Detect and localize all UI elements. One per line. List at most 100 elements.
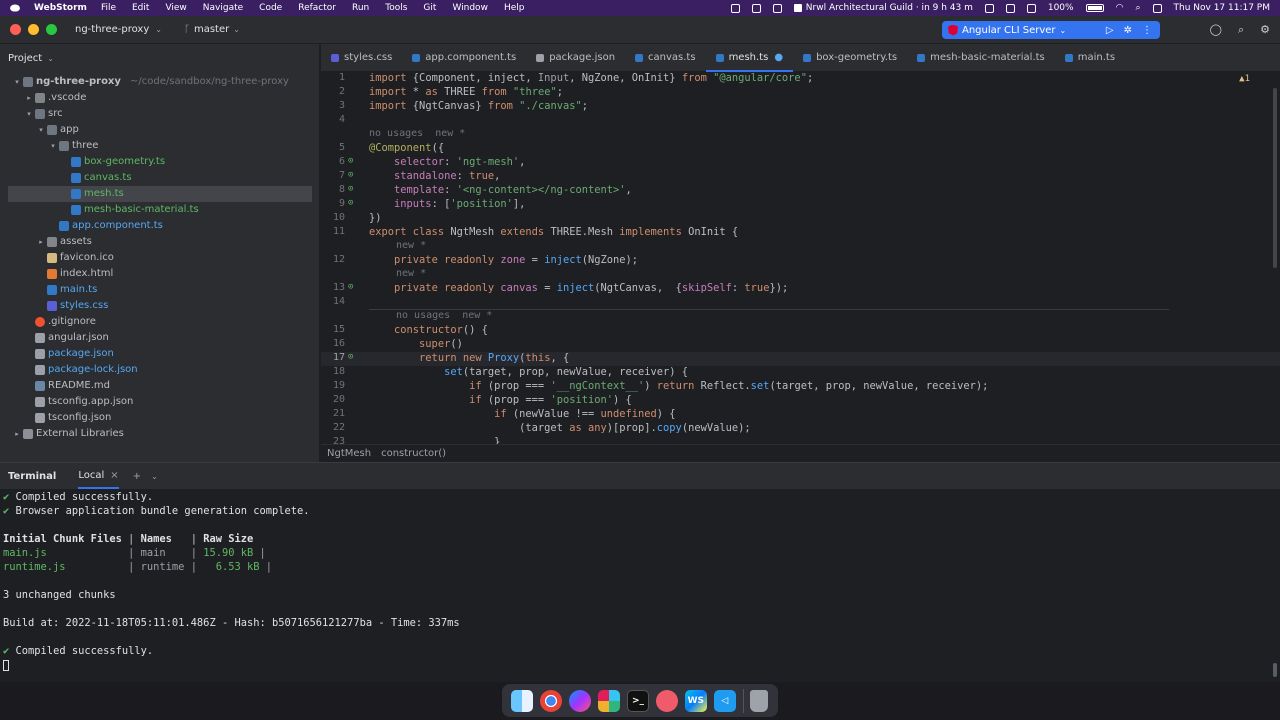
tree-item[interactable]: angular.json xyxy=(0,330,320,346)
line-number[interactable]: 17 xyxy=(321,352,345,363)
search-icon[interactable]: ⌕ xyxy=(1135,3,1140,13)
line-number[interactable]: 19 xyxy=(321,380,345,391)
tree-item[interactable]: ▾ ng-three-proxy ~/code/sandbox/ng-three-p… xyxy=(0,74,320,90)
tree-item[interactable]: styles.css xyxy=(0,298,320,314)
tray-icon[interactable] xyxy=(1005,3,1015,13)
tree-item[interactable]: favicon.ico xyxy=(0,250,320,266)
menu-navigate[interactable]: Navigate xyxy=(203,3,243,13)
chrome-icon[interactable] xyxy=(540,689,563,712)
tree-item[interactable]: ▾ three xyxy=(0,138,320,154)
tree-item[interactable]: package-lock.json xyxy=(0,362,320,378)
slack-icon[interactable] xyxy=(598,689,621,712)
vscode-icon[interactable]: ◁ xyxy=(713,689,736,712)
close-icon[interactable]: × xyxy=(110,470,118,481)
menu-run[interactable]: Run xyxy=(352,3,369,13)
chevron-right-icon[interactable]: ▸ xyxy=(24,90,34,106)
tray-icon[interactable] xyxy=(1026,3,1036,13)
line-number[interactable]: 9 xyxy=(321,198,345,209)
implementation-marker-icon[interactable]: ⊙ xyxy=(348,282,353,292)
editor-tab[interactable]: main.ts xyxy=(1055,44,1125,72)
line-number[interactable]: 4 xyxy=(321,114,345,125)
chevron-down-icon[interactable]: ▾ xyxy=(24,106,34,122)
editor-tab[interactable]: styles.css xyxy=(321,44,402,72)
menu-help[interactable]: Help xyxy=(504,3,525,13)
tree-item[interactable]: mesh-basic-material.ts xyxy=(0,202,320,218)
usage-hint[interactable]: new * xyxy=(396,240,426,251)
menu-app-name[interactable]: WebStorm xyxy=(34,3,87,13)
chevron-down-icon[interactable]: ⌄ xyxy=(151,472,158,481)
usage-hint[interactable]: new * xyxy=(396,268,426,279)
finder-icon[interactable] xyxy=(511,689,534,712)
tree-item[interactable]: ▸ External Libraries xyxy=(0,426,320,442)
menu-file[interactable]: File xyxy=(101,3,116,13)
apple-icon[interactable] xyxy=(10,4,20,12)
line-number[interactable]: 12 xyxy=(321,254,345,265)
line-number[interactable]: 1 xyxy=(321,72,345,83)
calendar-meeting[interactable]: Nrwl Architectural Guild · in 9 h 43 m xyxy=(793,3,973,13)
tree-item[interactable]: README.md xyxy=(0,378,320,394)
usage-hint[interactable]: no usages new * xyxy=(369,128,465,139)
breadcrumb-class[interactable]: NgtMesh xyxy=(327,448,371,459)
editor-tab[interactable]: app.component.ts xyxy=(402,44,526,72)
implementation-marker-icon[interactable]: ⊙ xyxy=(348,170,353,180)
editor-tab[interactable]: package.json xyxy=(526,44,625,72)
tree-item[interactable]: package.json xyxy=(0,346,320,362)
line-number[interactable]: 20 xyxy=(321,394,345,405)
line-number[interactable]: 22 xyxy=(321,422,345,433)
warning-indicator[interactable]: ▲1 xyxy=(1239,74,1250,84)
webstorm-icon[interactable]: WS xyxy=(684,689,707,712)
tray-icon[interactable] xyxy=(730,3,740,13)
line-number[interactable]: 23 xyxy=(321,436,345,444)
tree-item[interactable]: ▸ .vscode xyxy=(0,90,320,106)
menu-git[interactable]: Git xyxy=(423,3,436,13)
menu-view[interactable]: View xyxy=(165,3,186,13)
line-number[interactable]: 8 xyxy=(321,184,345,195)
tree-item[interactable]: canvas.ts xyxy=(0,170,320,186)
terminal-prompt[interactable] xyxy=(3,659,9,671)
wifi-icon[interactable]: ◠ xyxy=(1116,3,1124,13)
chevron-down-icon[interactable]: ▾ xyxy=(48,138,58,154)
control-center-icon[interactable] xyxy=(1152,3,1162,13)
chevron-down-icon[interactable]: ▾ xyxy=(36,122,46,138)
project-switcher[interactable]: ng-three-proxy ⌄ xyxy=(75,24,162,35)
debug-icon[interactable]: ✲ xyxy=(1124,25,1132,36)
minimize-window-button[interactable] xyxy=(28,24,39,35)
more-icon[interactable]: ⋮ xyxy=(1142,25,1152,36)
terminal-app-icon[interactable]: >_ xyxy=(627,689,649,712)
terminal-scrollbar[interactable] xyxy=(1273,663,1277,677)
terminal-title[interactable]: Terminal xyxy=(8,471,56,482)
line-number[interactable]: 11 xyxy=(321,226,345,237)
run-configuration-widget[interactable]: Angular CLI Server ⌄ ▷ ✲ ⋮ xyxy=(942,21,1160,39)
tree-item[interactable]: mesh.ts xyxy=(8,186,312,202)
line-number[interactable]: 16 xyxy=(321,338,345,349)
clock[interactable]: Thu Nov 17 11:17 PM xyxy=(1174,3,1271,13)
trash-icon[interactable] xyxy=(750,689,769,712)
implementation-marker-icon[interactable]: ⊙ xyxy=(348,184,353,194)
sourcetree-icon[interactable] xyxy=(655,689,678,712)
line-number[interactable]: 13 xyxy=(321,282,345,293)
tray-icon[interactable] xyxy=(984,3,994,13)
tree-item[interactable]: .gitignore xyxy=(0,314,320,330)
search-everywhere-icon[interactable]: ⌕ xyxy=(1238,23,1244,37)
editor-tab[interactable]: box-geometry.ts xyxy=(793,44,907,72)
run-icon[interactable]: ▷ xyxy=(1106,25,1114,36)
tree-item[interactable]: tsconfig.app.json xyxy=(0,394,320,410)
editor-tab[interactable]: mesh-basic-material.ts xyxy=(907,44,1055,72)
tray-icon[interactable] xyxy=(772,3,782,13)
terminal-tab-local[interactable]: Local × xyxy=(78,463,119,489)
code-editor[interactable]: ▲1 1 2 3 4 5 6 ⊙ 7 ⊙ 8 ⊙ 9 ⊙ 10 11 12 13 ⊙ 14 15 16 17 ⊙ 18 19 20… xyxy=(321,72,1280,444)
editor-scrollbar[interactable] xyxy=(1273,88,1277,268)
tree-item[interactable]: box-geometry.ts xyxy=(0,154,320,170)
implementation-marker-icon[interactable]: ⊙ xyxy=(348,352,353,362)
line-number[interactable]: 2 xyxy=(321,86,345,97)
line-number[interactable]: 18 xyxy=(321,366,345,377)
account-icon[interactable]: ◯ xyxy=(1210,23,1222,37)
tree-item[interactable]: ▾ src xyxy=(0,106,320,122)
menu-tools[interactable]: Tools xyxy=(385,3,407,13)
editor-tab[interactable]: canvas.ts xyxy=(625,44,706,72)
menu-refactor[interactable]: Refactor xyxy=(298,3,336,13)
tree-item[interactable]: main.ts xyxy=(0,282,320,298)
messenger-icon[interactable] xyxy=(569,689,592,712)
line-number[interactable]: 6 xyxy=(321,156,345,167)
implementation-marker-icon[interactable]: ⊙ xyxy=(348,156,353,166)
